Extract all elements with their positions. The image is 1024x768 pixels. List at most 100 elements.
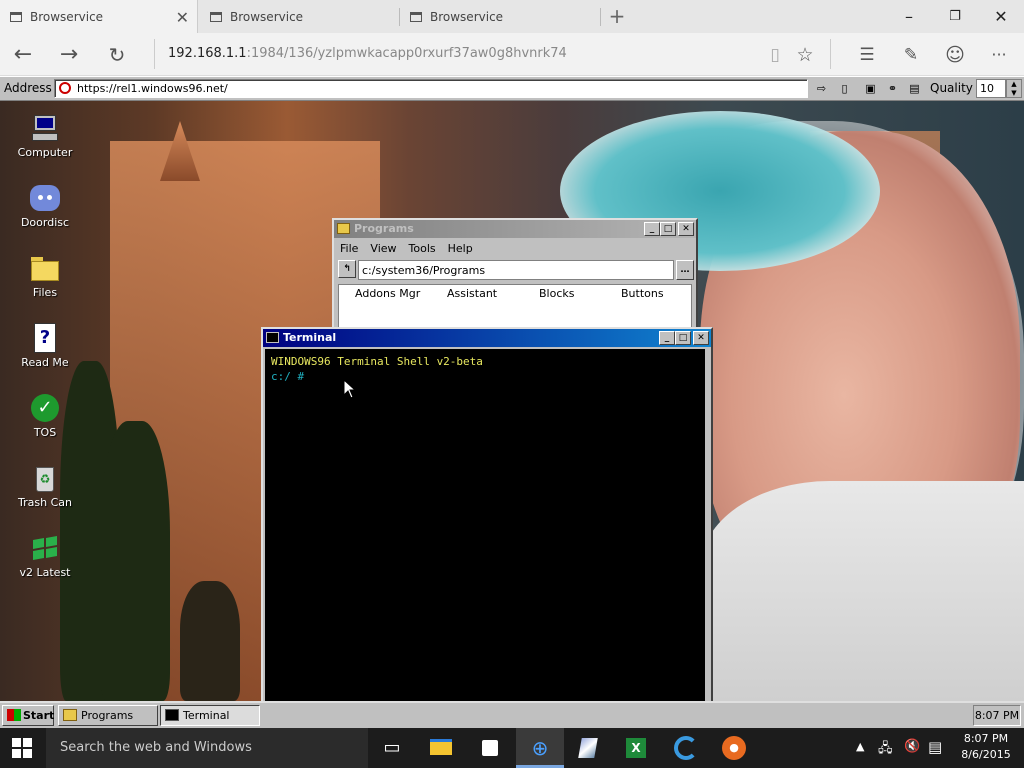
windows-logo-icon xyxy=(7,709,21,721)
more-menu-icon[interactable]: ··· xyxy=(986,42,1012,68)
desktop-icon-v2latest[interactable]: v2 Latest xyxy=(14,533,76,579)
menu-file[interactable]: File xyxy=(334,242,364,255)
terminal-window: Terminal _ □ ✕ WINDOWS96 Terminal Shell … xyxy=(261,327,713,701)
tab-label: Browservice xyxy=(230,9,304,24)
save-icon[interactable]: ▣ xyxy=(862,80,879,97)
address-label: Address xyxy=(4,81,52,95)
nav-divider xyxy=(154,39,155,69)
discord-icon xyxy=(30,183,60,213)
close-button[interactable]: ✕ xyxy=(693,331,709,345)
folder-icon xyxy=(337,223,350,234)
desktop-icon-trash[interactable]: ♻ Trash Can xyxy=(14,463,76,509)
program-item[interactable]: Buttons xyxy=(621,287,664,300)
edge-browser-icon[interactable]: ⊕ xyxy=(526,734,554,762)
go-arrow-icon[interactable]: ⇨ xyxy=(813,80,830,97)
desktop-icon-label: Read Me xyxy=(21,356,69,369)
terminal-console[interactable]: WINDOWS96 Terminal Shell v2-beta c:/ # xyxy=(265,349,705,701)
show-hidden-icons-icon[interactable]: ▲ xyxy=(856,740,864,753)
minimize-button[interactable]: – xyxy=(886,0,932,33)
start-button[interactable]: Start xyxy=(2,705,54,726)
up-folder-button[interactable]: ↰ xyxy=(338,260,356,278)
minimize-button[interactable]: _ xyxy=(659,331,675,345)
go-path-button[interactable]: … xyxy=(676,260,694,280)
network-icon[interactable]: 🖧 xyxy=(878,739,893,761)
file-explorer-icon[interactable] xyxy=(428,734,456,762)
windows-start-icon[interactable] xyxy=(12,738,32,758)
menu-help[interactable]: Help xyxy=(442,242,479,255)
volume-muted-icon[interactable]: 🔇 xyxy=(904,739,920,754)
maximize-button[interactable]: □ xyxy=(660,222,676,236)
feedback-smiley-icon[interactable]: ☺ xyxy=(942,42,968,68)
start-label: Start xyxy=(23,709,55,722)
reading-view-icon[interactable]: ▯ xyxy=(762,42,788,68)
shirt-wallpaper xyxy=(700,481,1024,701)
quality-spinner[interactable]: ▲ ▼ xyxy=(1006,79,1022,98)
tree-wallpaper xyxy=(100,421,170,701)
program-item[interactable]: Addons Mgr xyxy=(355,287,420,300)
tab-label: Browservice xyxy=(430,9,504,24)
hub-icon[interactable]: ☰ xyxy=(854,42,880,68)
task-label: Programs xyxy=(81,709,134,722)
tab-divider xyxy=(600,8,601,26)
close-window-button[interactable]: ✕ xyxy=(978,0,1024,33)
menu-view[interactable]: View xyxy=(364,242,402,255)
desktop-icon-files[interactable]: Files xyxy=(14,253,76,299)
favorite-star-icon[interactable]: ☆ xyxy=(792,42,818,68)
ie-browser-icon[interactable] xyxy=(672,734,700,762)
desktop-icon-readme[interactable]: ? Read Me xyxy=(14,323,76,369)
tab-page-icon xyxy=(10,11,22,22)
desktop-icon-label: TOS xyxy=(33,426,57,439)
restore-button[interactable]: ❐ xyxy=(932,0,978,33)
find-binoculars-icon[interactable]: ⚭ xyxy=(884,80,901,97)
back-button[interactable]: ← xyxy=(10,42,36,68)
refresh-button[interactable]: ↻ xyxy=(104,42,130,68)
minimize-button[interactable]: _ xyxy=(644,222,660,236)
forward-button[interactable]: → xyxy=(56,42,82,68)
browser-tab-2[interactable]: Browservice xyxy=(200,0,398,33)
program-item[interactable]: Blocks xyxy=(539,287,574,300)
programs-menubar: File View Tools Help xyxy=(334,238,696,258)
close-tab-icon[interactable]: ✕ xyxy=(176,8,189,27)
close-button[interactable]: ✕ xyxy=(678,222,694,236)
url-path: :1984/136/yzlpmwkacapp0rxurf37aw0g8hvnrk… xyxy=(246,46,567,61)
address-input[interactable]: https://rel1.windows96.net/ xyxy=(54,79,808,98)
path-input[interactable]: c:/system36/Programs xyxy=(358,260,674,280)
tab-label: Browservice xyxy=(30,9,104,24)
checkmark-icon: ✓ xyxy=(30,393,60,423)
quality-input[interactable]: 10 xyxy=(976,79,1006,98)
bookmark-icon[interactable]: ▯ xyxy=(836,80,853,97)
store-icon[interactable] xyxy=(476,734,504,762)
url-bar[interactable]: 192.168.1.1:1984/136/yzlpmwkacapp0rxurf3… xyxy=(168,46,567,61)
terminal-titlebar[interactable]: Terminal _ □ ✕ xyxy=(263,329,711,347)
desktop-icon-doordisc[interactable]: Doordisc xyxy=(14,183,76,229)
task-terminal[interactable]: Terminal xyxy=(160,705,260,726)
desktop-icon-computer[interactable]: Computer xyxy=(14,113,76,159)
quality-label: Quality xyxy=(930,81,973,95)
desktop-icon-label: Doordisc xyxy=(20,216,70,229)
win96-address-row: Address https://rel1.windows96.net/ ⇨ ▯ … xyxy=(0,77,1024,101)
browser-tab-1[interactable]: Browservice ✕ xyxy=(0,0,198,33)
system-clock[interactable]: 8:07 PM 8/6/2015 xyxy=(952,731,1020,763)
address-url: https://rel1.windows96.net/ xyxy=(77,82,228,95)
action-center-icon[interactable]: ▤ xyxy=(928,738,942,756)
search-placeholder: Search the web and Windows xyxy=(60,740,252,755)
url-host: 192.168.1.1 xyxy=(168,46,247,61)
new-tab-button[interactable]: + xyxy=(604,3,630,29)
desktop-icon-tos[interactable]: ✓ TOS xyxy=(14,393,76,439)
clipboard-icon[interactable]: ▤ xyxy=(906,80,923,97)
not-secure-icon xyxy=(59,82,71,94)
excel-icon[interactable]: X xyxy=(622,734,650,762)
building-silhouette xyxy=(180,581,240,701)
task-programs[interactable]: Programs xyxy=(58,705,158,726)
menu-tools[interactable]: Tools xyxy=(403,242,442,255)
web-note-icon[interactable]: ✎ xyxy=(898,42,924,68)
program-item[interactable]: Assistant xyxy=(447,287,497,300)
programs-title: Programs xyxy=(354,222,414,235)
programs-titlebar[interactable]: Programs _ □ ✕ xyxy=(334,220,696,238)
paint-icon[interactable] xyxy=(574,734,602,762)
browser-tab-3[interactable]: Browservice xyxy=(400,0,600,33)
maximize-button[interactable]: □ xyxy=(675,331,691,345)
task-view-icon[interactable]: ▭ xyxy=(378,734,406,762)
media-player-icon[interactable]: ● xyxy=(720,734,748,762)
search-box[interactable]: Search the web and Windows xyxy=(46,728,368,768)
